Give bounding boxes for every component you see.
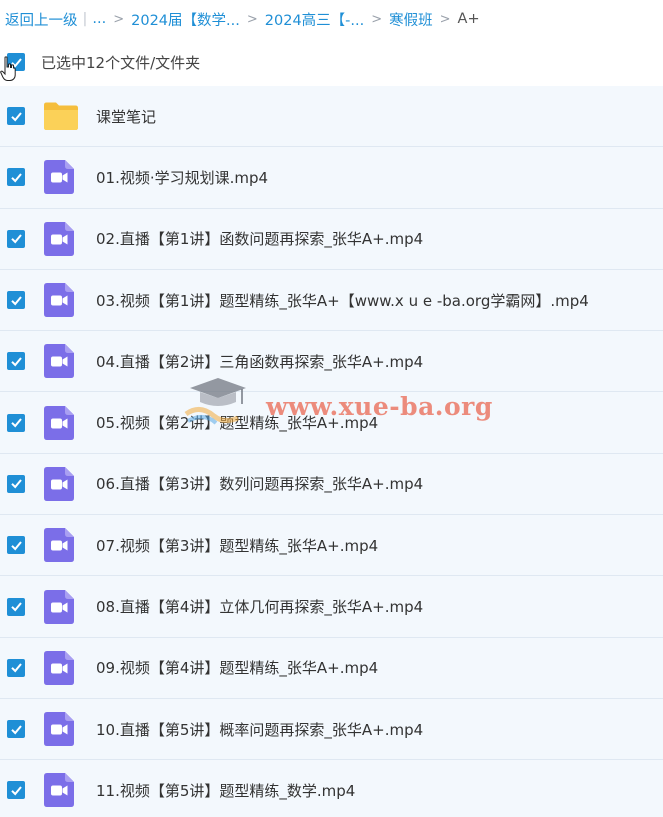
checkmark-icon — [10, 112, 22, 122]
item-checkbox[interactable] — [7, 413, 25, 432]
item-checkbox[interactable] — [7, 229, 25, 248]
file-name[interactable]: 02.直播【第1讲】函数问题再探索_张华A+.mp4 — [96, 228, 423, 249]
chevron-right-icon: > — [371, 11, 383, 27]
item-checkbox[interactable] — [7, 352, 25, 371]
video-file-icon — [44, 221, 74, 256]
file-name[interactable]: 10.直播【第5讲】概率问题再探索_张华A+.mp4 — [96, 719, 423, 740]
item-checkbox[interactable] — [7, 474, 25, 493]
video-file-icon — [44, 650, 74, 685]
item-checkbox[interactable] — [7, 658, 25, 677]
back-link[interactable]: 返回上一级 — [5, 9, 78, 30]
list-item[interactable]: 07.视频【第3讲】题型精练_张华A+.mp4 — [0, 515, 663, 577]
breadcrumb-item-1[interactable]: 2024届【数学... — [131, 9, 240, 30]
video-file-icon — [44, 283, 74, 318]
file-name[interactable]: 08.直播【第4讲】立体几何再探索_张华A+.mp4 — [96, 596, 423, 617]
video-file-icon — [44, 466, 74, 501]
file-name[interactable]: 06.直播【第3讲】数列问题再探索_张华A+.mp4 — [96, 473, 423, 494]
file-name[interactable]: 03.视频【第1讲】题型精练_张华A+【www.x u e -ba.org学霸网… — [96, 290, 589, 311]
video-file-icon — [44, 773, 74, 808]
breadcrumb-item-3[interactable]: 寒假班 — [389, 9, 433, 30]
list-item[interactable]: 11.视频【第5讲】题型精练_数学.mp4 — [0, 760, 663, 817]
chevron-right-icon: > — [246, 11, 258, 27]
item-checkbox[interactable] — [7, 168, 25, 187]
breadcrumb-divider: | — [82, 11, 88, 27]
list-item[interactable]: 04.直播【第2讲】三角函数再探索_张华A+.mp4 — [0, 331, 663, 393]
list-item[interactable]: 08.直播【第4讲】立体几何再探索_张华A+.mp4 — [0, 576, 663, 638]
breadcrumb-ellipsis[interactable]: ... — [92, 11, 106, 27]
video-file-icon — [44, 528, 74, 563]
file-name[interactable]: 05.视频【第2讲】题型精练_张华A+.mp4 — [96, 412, 378, 433]
breadcrumb-item-2[interactable]: 2024高三【-... — [265, 9, 364, 30]
list-item[interactable]: 02.直播【第1讲】函数问题再探索_张华A+.mp4 — [0, 208, 663, 270]
item-checkbox[interactable] — [7, 536, 25, 555]
list-item[interactable]: 10.直播【第5讲】概率问题再探索_张华A+.mp4 — [0, 698, 663, 761]
checkmark-icon — [10, 602, 22, 612]
selection-bar: 已选中12个文件/文件夹 — [0, 38, 663, 86]
checkmark-icon — [10, 479, 22, 489]
checkmark-icon — [10, 663, 22, 673]
checkmark-icon — [10, 234, 22, 244]
video-file-icon — [44, 712, 74, 747]
item-checkbox[interactable] — [7, 781, 25, 800]
list-item[interactable]: 06.直播【第3讲】数列问题再探索_张华A+.mp4 — [0, 453, 663, 516]
item-checkbox[interactable] — [7, 597, 25, 616]
breadcrumb: 返回上一级 | ... > 2024届【数学... > 2024高三【-... … — [0, 0, 663, 38]
checkmark-icon — [10, 786, 22, 796]
item-checkbox[interactable] — [7, 291, 25, 310]
video-file-icon — [44, 405, 74, 440]
breadcrumb-current: A+ — [457, 11, 480, 27]
file-name[interactable]: 04.直播【第2讲】三角函数再探索_张华A+.mp4 — [96, 351, 423, 372]
checkmark-icon — [10, 418, 22, 428]
file-name[interactable]: 01.视频·学习规划课.mp4 — [96, 167, 268, 188]
checkmark-icon — [10, 541, 22, 551]
file-name[interactable]: 09.视频【第4讲】题型精练_张华A+.mp4 — [96, 657, 378, 678]
checkmark-icon — [10, 357, 22, 367]
file-name[interactable]: 11.视频【第5讲】题型精练_数学.mp4 — [96, 780, 355, 801]
selection-count: 已选中12个文件/文件夹 — [41, 53, 201, 72]
hand-cursor-icon — [0, 56, 16, 81]
folder-icon — [44, 102, 78, 131]
checkmark-icon — [10, 173, 22, 183]
video-file-icon — [44, 589, 74, 624]
checkmark-icon — [10, 724, 22, 735]
checkmark-icon — [10, 295, 22, 306]
list-item[interactable]: 05.视频【第2讲】题型精练_张华A+.mp4 — [0, 392, 663, 454]
video-file-icon — [44, 160, 74, 195]
list-item[interactable]: 03.视频【第1讲】题型精练_张华A+【www.x u e -ba.org学霸网… — [0, 269, 663, 332]
video-file-icon — [44, 344, 74, 379]
chevron-right-icon: > — [439, 11, 451, 27]
item-checkbox[interactable] — [7, 720, 25, 739]
chevron-right-icon: > — [113, 11, 125, 27]
item-checkbox[interactable] — [7, 107, 25, 126]
list-item[interactable]: 01.视频·学习规划课.mp4 — [0, 147, 663, 209]
file-name[interactable]: 07.视频【第3讲】题型精练_张华A+.mp4 — [96, 535, 378, 556]
file-list: 课堂笔记 01.视频·学习规划课.mp4 02.直播【第1讲】函数问题再探索_张… — [0, 86, 663, 817]
list-item[interactable]: 课堂笔记 — [0, 86, 663, 148]
list-item[interactable]: 09.视频【第4讲】题型精练_张华A+.mp4 — [0, 637, 663, 699]
file-name[interactable]: 课堂笔记 — [96, 106, 156, 127]
